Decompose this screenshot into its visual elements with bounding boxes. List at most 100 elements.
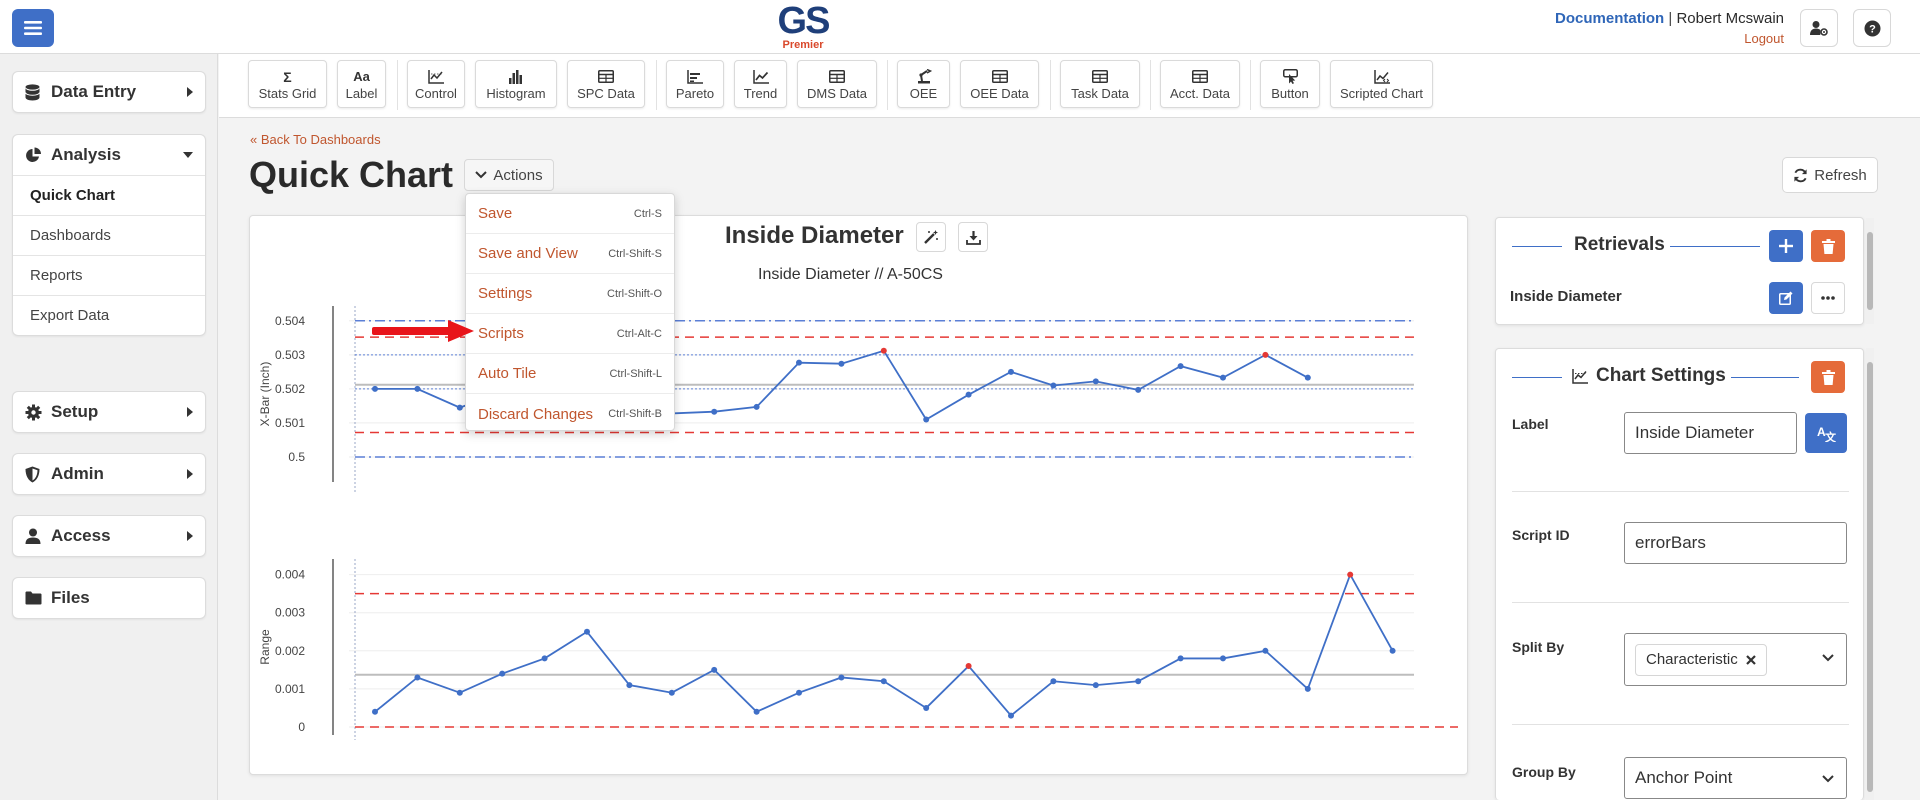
translate-button[interactable]: A文 bbox=[1805, 413, 1847, 453]
chevron-down-icon bbox=[1822, 775, 1834, 783]
tool-trend[interactable]: Trend bbox=[734, 60, 787, 108]
panel-title-rule bbox=[1512, 246, 1562, 247]
user-settings-button[interactable] bbox=[1800, 9, 1838, 47]
sidebar-section-setup[interactable]: Setup bbox=[12, 391, 206, 433]
menu-item-shortcut: Ctrl-Shift-S bbox=[608, 247, 662, 260]
menu-item-label: Auto Tile bbox=[478, 365, 537, 382]
retrieval-more-button[interactable] bbox=[1811, 282, 1845, 314]
robot-arm-icon bbox=[917, 69, 932, 84]
scrollbar-thumb[interactable] bbox=[1867, 232, 1873, 310]
tool-button[interactable]: Button bbox=[1260, 60, 1320, 108]
y-tick-label: 0 bbox=[298, 720, 305, 734]
data-point bbox=[1008, 368, 1014, 375]
delete-chart-button[interactable] bbox=[1811, 361, 1845, 393]
out-of-control-point bbox=[965, 663, 972, 670]
close-icon[interactable] bbox=[1745, 654, 1756, 665]
menu-item-settings[interactable]: Settings Ctrl-Shift-O bbox=[466, 274, 674, 314]
retrieval-item-label: Inside Diameter bbox=[1510, 288, 1622, 305]
y-tick-label: 0.503 bbox=[275, 348, 305, 362]
table-icon bbox=[1092, 70, 1108, 83]
label-input[interactable]: Inside Diameter bbox=[1624, 412, 1797, 454]
script-id-field-label: Script ID bbox=[1512, 527, 1570, 543]
tool-spc-data[interactable]: SPC Data bbox=[567, 60, 645, 108]
delete-retrievals-button[interactable] bbox=[1811, 230, 1845, 262]
retrievals-scrollbar[interactable] bbox=[1866, 218, 1874, 324]
menu-item-scripts[interactable]: Scripts Ctrl-Alt-C bbox=[466, 314, 674, 354]
data-point bbox=[1304, 685, 1311, 692]
tool-oee-data[interactable]: OEE Data bbox=[960, 60, 1039, 108]
sidebar-section-data-entry[interactable]: Data Entry bbox=[12, 71, 206, 113]
sidebar-item-dashboards[interactable]: Dashboards bbox=[13, 215, 205, 255]
back-to-dashboards-link[interactable]: « Back To Dashboards bbox=[250, 132, 381, 147]
menu-item-shortcut: Ctrl-Alt-C bbox=[616, 327, 662, 340]
menu-item-discard-changes[interactable]: Discard Changes Ctrl-Shift-B bbox=[466, 394, 674, 434]
caret-right-icon bbox=[187, 87, 193, 97]
edit-retrieval-button[interactable] bbox=[1769, 282, 1803, 314]
toolbar-divider bbox=[1050, 60, 1051, 110]
chart-download-button[interactable] bbox=[958, 222, 988, 252]
sidebar-analysis-header[interactable]: Analysis bbox=[13, 135, 205, 175]
chart-magic-wand-button[interactable] bbox=[916, 222, 946, 252]
sidebar-access-label: Access bbox=[51, 526, 111, 545]
data-point bbox=[1050, 382, 1057, 389]
tool-stats-grid[interactable]: Σ Stats Grid bbox=[248, 60, 327, 108]
field-divider bbox=[1512, 602, 1849, 603]
scrollbar-thumb[interactable] bbox=[1867, 362, 1873, 792]
data-point bbox=[456, 689, 463, 696]
split-by-field-label: Split By bbox=[1512, 639, 1565, 655]
group-by-field-label: Group By bbox=[1512, 764, 1576, 780]
retrievals-title: Retrievals bbox=[1574, 234, 1665, 255]
magic-wand-icon bbox=[924, 230, 938, 244]
tool-dms-data[interactable]: DMS Data bbox=[797, 60, 877, 108]
script-id-input[interactable]: errorBars bbox=[1624, 522, 1847, 564]
sidebar-section-admin[interactable]: Admin bbox=[12, 453, 206, 495]
label-field-label: Label bbox=[1512, 416, 1549, 432]
data-point bbox=[1220, 655, 1226, 662]
data-point bbox=[923, 704, 930, 711]
help-button[interactable]: ? bbox=[1853, 9, 1891, 47]
y-tick-label: 0.502 bbox=[275, 382, 305, 396]
data-point bbox=[796, 359, 802, 366]
chart-settings-scrollbar[interactable] bbox=[1866, 348, 1874, 800]
split-by-select[interactable]: Characteristic bbox=[1624, 633, 1847, 686]
tool-scripted-chart[interactable]: Scripted Chart bbox=[1330, 60, 1433, 108]
tool-control-label: Control bbox=[415, 85, 457, 101]
refresh-button[interactable]: Refresh bbox=[1782, 157, 1878, 193]
pie-chart-icon bbox=[25, 146, 43, 164]
gs-premier-logo[interactable]: GS Premier bbox=[770, 2, 836, 51]
group-by-select[interactable]: Anchor Point bbox=[1624, 757, 1847, 799]
range-chart: 0.004 0.003 0.002 0.001 0 Range bbox=[258, 559, 1458, 740]
retrievals-panel: Retrievals Inside Diameter bbox=[1495, 217, 1864, 325]
chevron-down-icon bbox=[475, 171, 488, 179]
sidebar-section-access[interactable]: Access bbox=[12, 515, 206, 557]
tool-label[interactable]: Aa Label bbox=[337, 60, 386, 108]
tool-acct-data[interactable]: Acct. Data bbox=[1160, 60, 1240, 108]
menu-item-save[interactable]: Save Ctrl-S bbox=[466, 194, 674, 234]
add-retrieval-button[interactable] bbox=[1769, 230, 1803, 262]
data-point bbox=[1092, 682, 1099, 689]
menu-item-label: Save and View bbox=[478, 245, 578, 262]
sidebar-section-files[interactable]: Files bbox=[12, 577, 206, 619]
menu-item-shortcut: Ctrl-Shift-B bbox=[608, 408, 662, 420]
menu-item-auto-tile[interactable]: Auto Tile Ctrl-Shift-L bbox=[466, 354, 674, 394]
data-point bbox=[1220, 374, 1226, 381]
tool-histogram[interactable]: Histogram bbox=[475, 60, 557, 108]
actions-dropdown-button[interactable]: Actions bbox=[464, 159, 554, 191]
sidebar-item-export-data[interactable]: Export Data bbox=[13, 295, 205, 335]
sidebar-setup-label: Setup bbox=[51, 402, 99, 421]
documentation-link[interactable]: Documentation bbox=[1555, 10, 1664, 27]
sidebar-admin-label: Admin bbox=[51, 464, 104, 483]
tool-task-data[interactable]: Task Data bbox=[1060, 60, 1140, 108]
sidebar-item-quick-chart[interactable]: Quick Chart bbox=[13, 175, 205, 215]
menu-item-label: Scripts bbox=[478, 325, 524, 342]
logout-link[interactable]: Logout bbox=[1555, 31, 1784, 46]
widget-toolbar: Σ Stats Grid Aa Label Control Histogram … bbox=[219, 54, 1920, 118]
tool-pareto[interactable]: Pareto bbox=[666, 60, 724, 108]
tool-oee[interactable]: OEE bbox=[897, 60, 950, 108]
tool-control[interactable]: Control bbox=[407, 60, 465, 108]
tool-button-label: Button bbox=[1271, 85, 1309, 101]
menu-item-save-and-view[interactable]: Save and View Ctrl-Shift-S bbox=[466, 234, 674, 274]
sidebar-item-reports[interactable]: Reports bbox=[13, 255, 205, 295]
main-menu-button[interactable] bbox=[12, 9, 54, 47]
toolbar-divider bbox=[1150, 60, 1151, 110]
